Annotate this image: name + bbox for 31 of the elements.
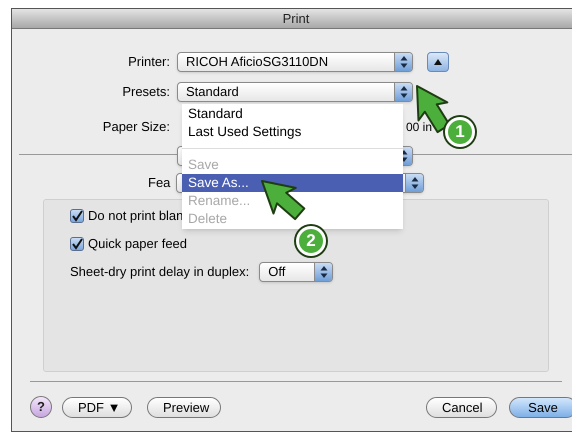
checkbox[interactable]	[70, 209, 84, 223]
dialog-button[interactable]: Preview	[147, 396, 221, 418]
stepper-arrows-icon	[398, 85, 408, 99]
dialog-button[interactable]: Save	[509, 396, 572, 418]
triangle-up-icon	[433, 58, 443, 66]
callout-number: 2	[296, 226, 326, 256]
paper-size-value: 00 in	[406, 119, 432, 136]
checkbox-label: Quick paper feed	[88, 235, 188, 254]
menu-item[interactable]: Standard	[182, 105, 403, 123]
callout-arrow	[261, 180, 306, 220]
field-label: Printer:	[127, 53, 171, 72]
checkbox[interactable]	[70, 237, 84, 251]
field-label: Paper Size:	[102, 118, 171, 136]
presets-select[interactable]: Standard	[177, 82, 413, 102]
printer-select[interactable]: RICOH AficioSG3110DN	[177, 52, 413, 72]
callout-number: 1	[445, 117, 475, 147]
stepper-arrows-icon	[410, 176, 420, 190]
field-label: Sheet-dry print delay in duplex:	[70, 263, 250, 282]
field-label: Presets:	[121, 83, 171, 102]
field-label: Fea	[148, 174, 172, 192]
menu-item[interactable]: Last Used Settings	[182, 123, 403, 141]
collapse-button[interactable]	[427, 52, 449, 72]
delay-select[interactable]: Off	[259, 262, 334, 282]
checkbox-label: Do not print blan	[88, 207, 184, 226]
dialog-button[interactable]: PDF ▼	[62, 396, 132, 418]
help-button[interactable]: ?	[30, 396, 52, 418]
dialog-button[interactable]: Cancel	[426, 396, 497, 418]
stepper-arrows-icon	[398, 55, 408, 69]
window-title: Print	[282, 10, 310, 28]
stepper-arrows-icon	[318, 265, 329, 279]
menu-item[interactable]: Save As...	[182, 174, 403, 192]
